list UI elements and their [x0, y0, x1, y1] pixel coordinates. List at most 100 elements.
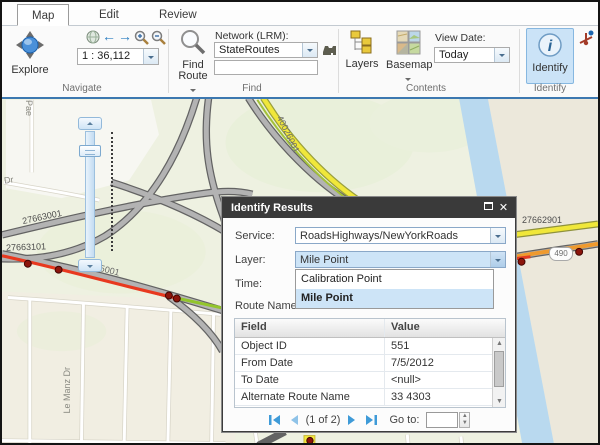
map-scale-dropdown-button[interactable]	[143, 49, 158, 64]
map-scale-combobox[interactable]: 1 : 36,112	[77, 48, 159, 65]
time-label: Time:	[235, 278, 262, 290]
view-date-label: View Date:	[435, 32, 486, 44]
zoom-slider[interactable]	[78, 117, 102, 273]
identify-route-location-icon	[578, 30, 595, 47]
ribbon: Map Edit Review Explore ← → 1 : 36,112	[2, 2, 598, 99]
chevron-down-icon	[495, 235, 501, 241]
group-label-contents: Contents	[376, 83, 476, 94]
chevron-down-icon	[307, 49, 313, 55]
layers-tree-icon	[350, 30, 374, 54]
route-label: 27662901	[522, 215, 562, 225]
route-value-input[interactable]	[214, 60, 318, 75]
zoom-slider-up-button[interactable]	[78, 117, 102, 130]
scroll-up-icon[interactable]: ▲	[493, 338, 506, 349]
dialog-title: Identify Results	[231, 202, 313, 214]
service-combobox[interactable]: RoadsHighways/NewYorkRoads	[295, 227, 506, 244]
find-route-magnifier-icon	[180, 29, 206, 55]
layer-option-mile-point[interactable]: Mile Point	[296, 289, 493, 308]
chevron-down-icon	[87, 265, 93, 271]
layer-combobox[interactable]: Mile Point	[295, 251, 506, 268]
previous-page-button[interactable]	[288, 414, 299, 426]
route-name-label: Route Name:	[235, 300, 300, 312]
next-extent-button[interactable]: →	[118, 28, 132, 44]
layer-dropdown-button[interactable]	[490, 252, 505, 267]
zoom-in-button[interactable]	[134, 30, 149, 50]
scrollbar-thumb[interactable]	[494, 351, 504, 387]
network-lrm-combobox[interactable]: StateRoutes	[214, 42, 318, 58]
layer-option-calibration-point[interactable]: Calibration Point	[296, 270, 493, 289]
chevron-up-icon	[87, 119, 93, 125]
arrow-left-icon: ←	[102, 28, 116, 44]
explore-compass-icon	[15, 30, 45, 60]
scroll-down-icon[interactable]: ▼	[493, 396, 506, 407]
view-date-value: Today	[435, 48, 494, 62]
route-label: 27663101	[6, 241, 46, 252]
zoom-out-button[interactable]	[151, 30, 166, 50]
table-header: Field Value	[235, 319, 505, 338]
binoculars-icon	[322, 43, 336, 56]
layers-button[interactable]: Layers	[343, 30, 381, 78]
group-label-find: Find	[202, 83, 302, 94]
network-lrm-label: Network (LRM):	[215, 30, 289, 42]
network-lrm-dropdown-button[interactable]	[302, 43, 317, 57]
network-lrm-value: StateRoutes	[215, 43, 302, 57]
dialog-close-button[interactable]: ✕	[497, 202, 510, 214]
find-route-button[interactable]: Find Route	[173, 29, 213, 91]
service-value: RoadsHighways/NewYorkRoads	[296, 228, 490, 243]
goto-spinner[interactable]: ▲▼	[459, 412, 470, 428]
zoom-slider-handle[interactable]	[79, 145, 101, 157]
identify-info-icon: i	[537, 32, 563, 58]
globe-icon	[86, 30, 100, 44]
group-separator	[338, 29, 339, 93]
full-extent-button[interactable]	[86, 30, 100, 49]
spinner-down-icon: ▼	[462, 420, 468, 427]
ribbon-tabbar: Map Edit Review	[2, 2, 598, 26]
service-dropdown-button[interactable]	[490, 228, 505, 243]
interstate-shield: 490	[549, 247, 573, 261]
chevron-down-icon	[499, 54, 505, 60]
explore-button[interactable]: Explore	[8, 29, 52, 87]
attributes-table: Field Value Object ID551 From Date7/5/20…	[234, 318, 506, 408]
zoom-out-icon	[151, 30, 166, 45]
last-page-button[interactable]	[365, 414, 378, 426]
view-date-combobox[interactable]: Today	[434, 47, 510, 63]
view-date-dropdown-button[interactable]	[494, 48, 509, 62]
tab-map[interactable]: Map	[17, 4, 69, 26]
layer-label: Layer:	[235, 254, 266, 266]
tab-edit[interactable]: Edit	[85, 4, 133, 26]
identify-results-dialog: Identify Results ✕ Service: RoadsHighway…	[222, 197, 516, 432]
street-label: Dr	[3, 174, 14, 185]
dialog-maximize-button[interactable]	[482, 202, 495, 214]
close-icon: ✕	[499, 202, 508, 214]
street-label: Pae	[24, 100, 34, 116]
layer-dropdown-list: Calibration Point Mile Point	[295, 269, 494, 309]
chevron-down-icon	[148, 56, 154, 62]
identify-button[interactable]: i Identify	[526, 28, 574, 84]
tab-review[interactable]: Review	[145, 4, 211, 26]
route-search-button[interactable]	[322, 43, 336, 61]
basemap-tiles-icon	[396, 30, 421, 55]
table-scrollbar[interactable]: ▲ ▼	[492, 338, 505, 407]
first-page-button[interactable]	[268, 414, 281, 426]
group-label-navigate: Navigate	[32, 83, 132, 94]
maximize-icon	[484, 202, 493, 210]
group-separator	[168, 29, 169, 93]
spinner-up-icon: ▲	[462, 413, 468, 420]
previous-extent-button[interactable]: ←	[102, 28, 116, 44]
street-label: Le Manz Dr	[62, 367, 72, 414]
chevron-down-icon	[190, 89, 196, 95]
table-row: To Date<null>	[235, 372, 505, 389]
column-header-value: Value	[385, 319, 505, 337]
svg-text:i: i	[548, 38, 553, 55]
table-row: Object ID551	[235, 338, 505, 355]
zoom-slider-down-button[interactable]	[78, 259, 102, 272]
zoom-in-icon	[134, 30, 149, 45]
identify-route-location-button[interactable]	[578, 30, 595, 52]
dialog-titlebar[interactable]: Identify Results	[223, 198, 515, 218]
goto-page-input[interactable]	[426, 412, 458, 428]
zoom-slider-ticks	[111, 132, 113, 251]
next-page-button[interactable]	[347, 414, 358, 426]
app-window: 27663001 27663101 27325001 27662901 4002…	[0, 0, 600, 445]
service-label: Service:	[235, 230, 275, 242]
basemap-button[interactable]: Basemap	[386, 30, 430, 88]
